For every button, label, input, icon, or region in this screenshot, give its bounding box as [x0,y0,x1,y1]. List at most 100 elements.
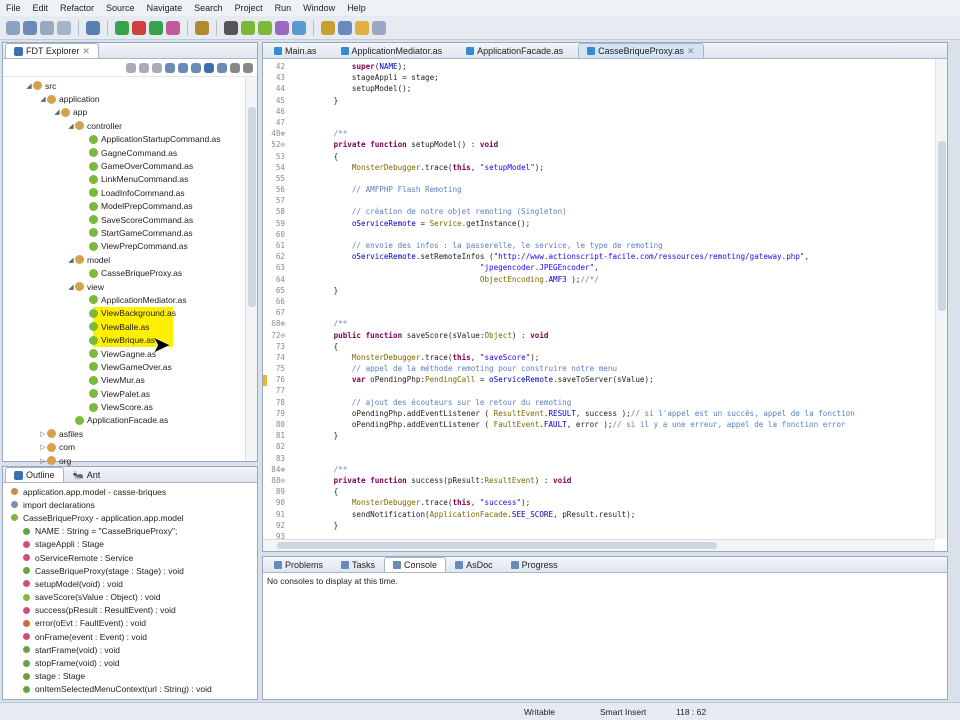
tree-item[interactable]: ViewPalet.as [3,387,257,400]
toolbar-button[interactable] [292,20,306,35]
outline-item[interactable]: saveScore(sValue : Object) : void [11,591,257,604]
explorer-toolbar-button[interactable] [126,62,136,73]
tree-item[interactable]: ◢ model [3,253,257,266]
collapse-arrow-icon[interactable]: ◢ [39,95,47,103]
menu-run[interactable]: Run [275,3,292,13]
editor-vscrollbar[interactable] [935,59,947,539]
tree-item[interactable]: ApplicationStartupCommand.as [3,133,257,146]
outline-item[interactable]: success(pResult : ResultEvent) : void [11,604,257,617]
toolbar-button[interactable] [6,20,20,35]
outline-item[interactable]: CasseBriqueProxy(stage : Stage) : void [11,564,257,577]
tab-ant[interactable]: 🐜 Ant [64,467,110,482]
tab-console[interactable]: Console [384,557,447,572]
toolbar-button[interactable] [40,20,54,35]
tab-outline[interactable]: Outline [5,467,64,482]
explorer-toolbar-button[interactable] [191,62,201,73]
tree-item[interactable]: GameOverCommand.as [3,159,257,172]
toolbar-button[interactable] [355,20,369,35]
tree-item[interactable]: ◢ src [3,79,257,92]
tree-item[interactable]: ApplicationFacade.as [3,414,257,427]
tree-item[interactable]: ModelPrepCommand.as [3,200,257,213]
tab-progress[interactable]: Progress [502,557,567,572]
expand-arrow-icon[interactable]: ▷ [39,457,47,465]
toolbar-button[interactable] [258,20,272,35]
explorer-toolbar-button[interactable] [178,62,188,73]
tree-item[interactable]: LinkMenuCommand.as [3,173,257,186]
explorer-toolbar-button[interactable] [217,62,227,73]
menu-navigate[interactable]: Navigate [147,3,183,13]
tree-item[interactable]: SaveScoreCommand.as [3,213,257,226]
tab-editor-file[interactable]: CasseBriqueProxy.as ✕ [578,43,704,58]
outline-item[interactable]: onItemSelectedMenuContext(url : String) … [11,683,257,696]
tree-item[interactable]: ViewBrique.as [3,333,257,347]
tree-item[interactable]: ◢ view [3,280,257,293]
tree-item[interactable]: ApplicationMediator.as [3,293,257,306]
outline-item[interactable]: error(oEvt : FaultEvent) : void [11,617,257,630]
outline-item[interactable]: oServiceRemote : Service [11,551,257,564]
tree-item[interactable]: ViewGameOver.as [3,360,257,373]
outline-item[interactable]: startFrame(void) : void [11,643,257,656]
menu-source[interactable]: Source [106,3,135,13]
tree-item[interactable]: ViewScore.as [3,400,257,413]
collapse-arrow-icon[interactable]: ◢ [67,283,75,291]
tree-item[interactable]: ◢ app [3,106,257,119]
tree-item[interactable]: ▷ asfiles [3,427,257,440]
tree-item[interactable]: ◢ application [3,92,257,105]
tab-editor-file[interactable]: Main.as [265,43,326,58]
explorer-toolbar-button[interactable] [243,62,253,73]
toolbar-button[interactable] [338,20,352,35]
outline-item[interactable]: onFrame(event : Event) : void [11,630,257,643]
outline-item[interactable]: NAME : String = "CasseBriqueProxy"; [11,525,257,538]
toolbar-button[interactable] [224,20,238,35]
toolbar-button[interactable] [275,20,289,35]
outline-item[interactable]: stageAppli : Stage [11,538,257,551]
menu-help[interactable]: Help [347,3,366,13]
toolbar-button[interactable] [132,20,146,35]
toolbar-button[interactable] [149,20,163,35]
tab-editor-file[interactable]: ApplicationMediator.as [332,43,452,58]
tree-item[interactable]: LoadInfoCommand.as [3,186,257,199]
tree-item[interactable]: CasseBriqueProxy.as [3,266,257,279]
menu-window[interactable]: Window [303,3,335,13]
menu-search[interactable]: Search [194,3,223,13]
explorer-toolbar-button[interactable] [204,62,214,73]
outline-item[interactable]: CasseBriqueProxy - application.app.model [11,511,257,524]
toolbar-button[interactable] [241,20,255,35]
tree-item[interactable]: StartGameCommand.as [3,226,257,239]
tab-editor-file[interactable]: ApplicationFacade.as [457,43,572,58]
expand-arrow-icon[interactable]: ▷ [39,430,47,438]
explorer-scrollbar[interactable] [245,77,257,461]
close-icon[interactable]: ✕ [82,46,90,57]
toolbar-button[interactable] [195,20,209,35]
menu-refactor[interactable]: Refactor [60,3,94,13]
outline-item[interactable]: application.app.model - casse-briques [11,485,257,498]
menu-file[interactable]: File [6,3,21,13]
tab-fdt-explorer[interactable]: FDT Explorer ✕ [5,43,99,58]
toolbar-button[interactable] [321,20,335,35]
toolbar-button[interactable] [372,20,386,35]
explorer-toolbar-button[interactable] [152,62,162,73]
outline-item[interactable]: setupModel(void) : void [11,577,257,590]
explorer-toolbar-button[interactable] [165,62,175,73]
tree-item[interactable]: GagneCommand.as [3,146,257,159]
toolbar-button[interactable] [115,20,129,35]
collapse-arrow-icon[interactable]: ◢ [67,256,75,264]
toolbar-button[interactable] [57,20,71,35]
tree-item[interactable]: ◢ controller [3,119,257,132]
explorer-toolbar-button[interactable] [139,62,149,73]
editor-hscrollbar[interactable] [263,539,935,551]
tree-item[interactable]: ViewBalle.as [3,320,257,334]
collapse-arrow-icon[interactable]: ◢ [25,82,33,90]
outline-item[interactable]: stopFrame(void) : void [11,656,257,669]
tab-asdoc[interactable]: AsDoc [446,557,502,572]
menu-project[interactable]: Project [235,3,263,13]
outline-item[interactable]: stage : Stage [11,670,257,683]
tree-item[interactable]: ViewBackground.as [3,306,257,321]
menu-edit[interactable]: Edit [33,3,49,13]
collapse-arrow-icon[interactable]: ◢ [67,122,75,130]
collapse-arrow-icon[interactable]: ◢ [53,108,61,116]
toolbar-button[interactable] [86,20,100,35]
tab-problems[interactable]: Problems [265,557,332,572]
tree-item[interactable]: ViewPrepCommand.as [3,240,257,253]
close-icon[interactable]: ✕ [687,46,695,57]
